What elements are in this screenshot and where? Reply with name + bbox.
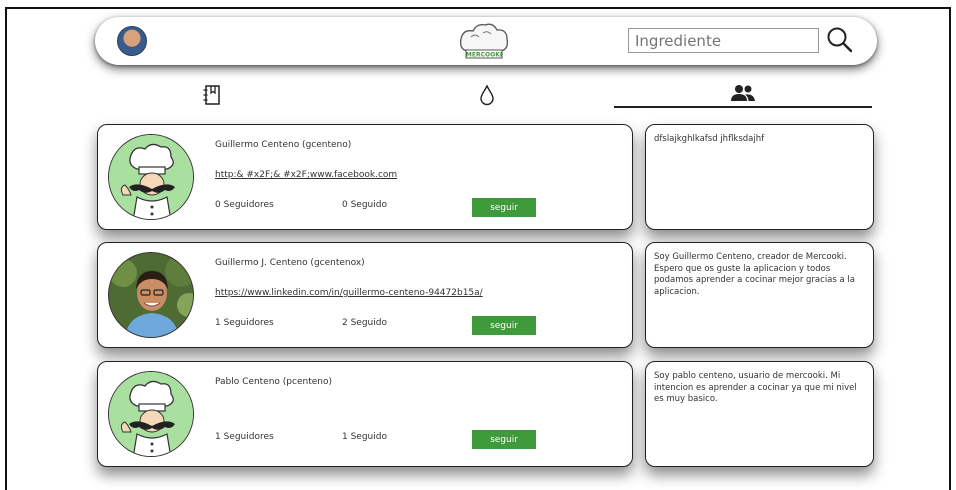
logo-text: MERCOOKI (466, 52, 502, 59)
user-profile-link[interactable]: https://www.linkedin.com/in/guillermo-ce… (215, 288, 483, 298)
chef-icon (108, 134, 194, 220)
following-count: 2 Seguido (342, 318, 387, 328)
ingredient-search-input[interactable] (628, 28, 819, 53)
follow-button[interactable]: seguir (472, 198, 536, 217)
follow-button[interactable]: seguir (472, 316, 536, 335)
tab-recipes[interactable] (195, 80, 229, 110)
user-bio: Soy pablo centeno, usuario de mercooki. … (645, 361, 874, 467)
drop-icon (480, 84, 494, 106)
user-bio: Soy Guillermo Centeno, creador de Mercoo… (645, 242, 874, 348)
person-photo (108, 252, 194, 338)
tab-users[interactable] (614, 80, 872, 108)
mercooki-logo[interactable]: MERCOOKI (457, 21, 511, 61)
following-count: 0 Seguido (342, 200, 387, 210)
user-card: Guillermo J. Centeno (gcentenox) https:/… (97, 242, 633, 348)
user-bio: dfslajkghlkafsd jhflksdajhf (645, 124, 874, 230)
tab-ingredients[interactable] (470, 80, 504, 110)
users-icon (731, 85, 755, 101)
book-icon (203, 85, 220, 105)
chef-icon (108, 371, 194, 457)
follow-button[interactable]: seguir (472, 430, 536, 449)
followers-count: 1 Seguidores (215, 432, 274, 442)
user-name: Pablo Centeno (pcenteno) (215, 377, 332, 387)
user-avatar[interactable] (117, 26, 147, 56)
user-card: Pablo Centeno (pcenteno) 1 Seguidores 1 … (97, 361, 633, 467)
top-bar: MERCOOKI (95, 17, 877, 65)
user-name: Guillermo J. Centeno (gcentenox) (215, 258, 365, 268)
search-icon[interactable] (825, 25, 855, 55)
followers-count: 1 Seguidores (215, 318, 274, 328)
followers-count: 0 Seguidores (215, 200, 274, 210)
user-card: Guillermo Centeno (gcenteno) http:& #x2F… (97, 124, 633, 230)
user-profile-link[interactable]: http:& #x2F;& #x2F;www.facebook.com (215, 170, 397, 180)
following-count: 1 Seguido (342, 432, 387, 442)
user-name: Guillermo Centeno (gcenteno) (215, 140, 352, 150)
